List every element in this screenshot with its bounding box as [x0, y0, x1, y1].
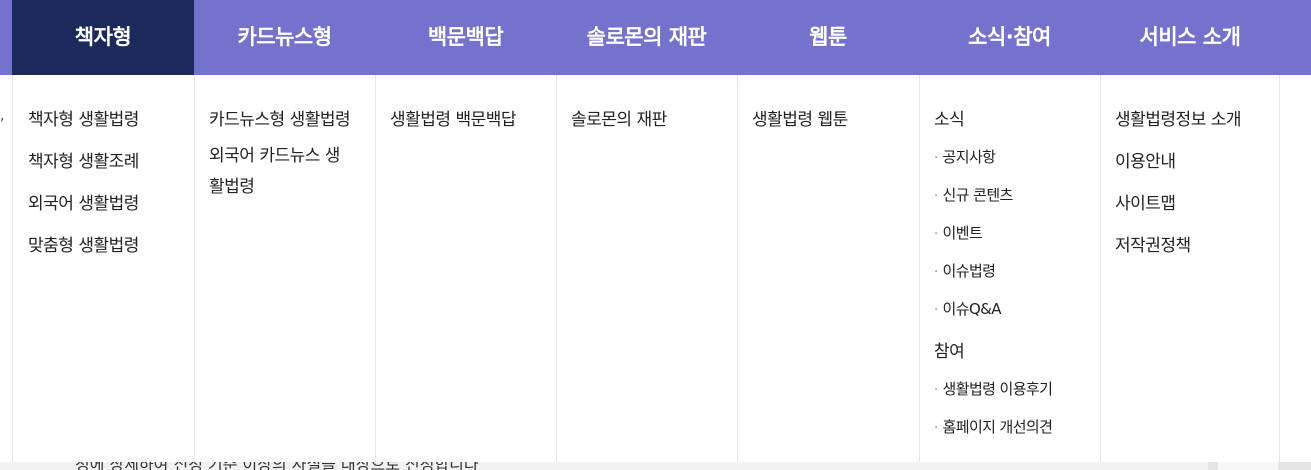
menu-link-about[interactable]: 생활법령정보 소개	[1115, 105, 1242, 130]
menu-link-label: 신규 콘텐츠	[942, 186, 1014, 204]
menu-col-qa: 생활법령 백문백답	[375, 75, 556, 462]
menu-col-solomon: 솔로몬의 재판	[556, 75, 737, 462]
menu-link-label: 공지사항	[942, 148, 996, 166]
menu-col-service: 생활법령정보 소개 이용안내 사이트맵 저작권정책	[1100, 75, 1280, 462]
underlying-text: 청에 상세하여 신청 기준 이상의 사실을 대상으로 신청합니다	[75, 462, 479, 470]
menu-heading-participate: 참여	[934, 342, 965, 362]
left-edge-strip	[0, 75, 4, 462]
bullet-dot-icon: ·	[934, 189, 938, 204]
bullet-dot-icon: ·	[934, 303, 938, 318]
underlying-scroll-area	[1218, 462, 1278, 470]
menu-link-feedback[interactable]: · 홈페이지 개선의견	[934, 416, 1053, 437]
nav-tab-qa[interactable]: 백문백답	[375, 0, 556, 75]
main-nav: 책자형 카드뉴스형 백문백답 솔로몬의 재판 웹툰 소식·참여 서비스 소개	[0, 0, 1311, 75]
menu-link-notice[interactable]: · 공지사항	[934, 146, 996, 167]
menu-link-foreign-cardnews[interactable]: 외국어 카드뉴스 생활법령	[209, 141, 349, 203]
menu-link-label: 이슈Q&A	[942, 300, 1002, 318]
bullet-dot-icon: ·	[934, 421, 938, 436]
nav-tab-cardnews[interactable]: 카드뉴스형	[194, 0, 375, 75]
menu-link-review[interactable]: · 생활법령 이용후기	[934, 378, 1053, 399]
bullet-dot-icon: ·	[934, 265, 938, 280]
menu-link-sitemap[interactable]: 사이트맵	[1115, 189, 1176, 214]
nav-tab-service[interactable]: 서비스 소개	[1100, 0, 1280, 75]
underlying-page: 청에 상세하여 신청 기준 이상의 사실을 대상으로 신청합니다	[0, 462, 1311, 470]
nav-tab-book[interactable]: 책자형	[12, 0, 194, 75]
menu-col-webtoon: 생활법령 웹툰	[737, 75, 919, 462]
bullet-dot-icon: ·	[934, 151, 938, 166]
nav-tab-webtoon[interactable]: 웹툰	[737, 0, 919, 75]
menu-link-new-content[interactable]: · 신규 콘텐츠	[934, 184, 1013, 205]
menu-col-card: 카드뉴스형 생활법령 외국어 카드뉴스 생활법령	[194, 75, 375, 462]
menu-link-custom-law[interactable]: 맞춤형 생활법령	[28, 231, 139, 256]
menu-link-cardnews-law[interactable]: 카드뉴스형 생활법령	[209, 105, 351, 130]
menu-link-solomon[interactable]: 솔로몬의 재판	[571, 105, 667, 130]
menu-link-issue-law[interactable]: · 이슈법령	[934, 260, 996, 281]
menu-link-book-law[interactable]: 책자형 생활법령	[28, 105, 139, 130]
menu-link-label: 생활법령 이용후기	[942, 380, 1053, 398]
menu-link-issue-qa[interactable]: · 이슈Q&A	[934, 298, 1002, 319]
bullet-dot-icon: ·	[934, 227, 938, 242]
menu-link-foreign-law[interactable]: 외국어 생활법령	[28, 189, 139, 214]
menu-link-qa[interactable]: 생활법령 백문백답	[390, 105, 517, 130]
menu-col-book: 책자형 생활법령 책자형 생활조례 외국어 생활법령 맞춤형 생활법령	[12, 75, 194, 462]
menu-col-news: 소식 · 공지사항 · 신규 콘텐츠 · 이벤트 · 이슈법령 · 이슈Q&A 참여 · 생…	[919, 75, 1100, 462]
menu-link-book-ordinance[interactable]: 책자형 생활조례	[28, 147, 139, 172]
menu-link-copyright[interactable]: 저작권정책	[1115, 231, 1191, 256]
menu-heading-news: 소식	[934, 110, 965, 130]
nav-tab-news[interactable]: 소식·참여	[919, 0, 1100, 75]
edge-mark: ,	[0, 108, 5, 124]
menu-link-event[interactable]: · 이벤트	[934, 222, 983, 243]
menu-link-label: 홈페이지 개선의견	[942, 418, 1053, 436]
mega-menu: 책자형 생활법령 책자형 생활조례 외국어 생활법령 맞춤형 생활법령 카드뉴스…	[0, 75, 1311, 462]
nav-tab-solomon[interactable]: 솔로몬의 재판	[556, 0, 737, 75]
menu-link-guide[interactable]: 이용안내	[1115, 147, 1176, 172]
menu-link-label: 이벤트	[942, 224, 983, 242]
menu-link-webtoon[interactable]: 생활법령 웹툰	[752, 105, 848, 130]
bullet-dot-icon: ·	[934, 383, 938, 398]
menu-link-label: 이슈법령	[942, 262, 996, 280]
